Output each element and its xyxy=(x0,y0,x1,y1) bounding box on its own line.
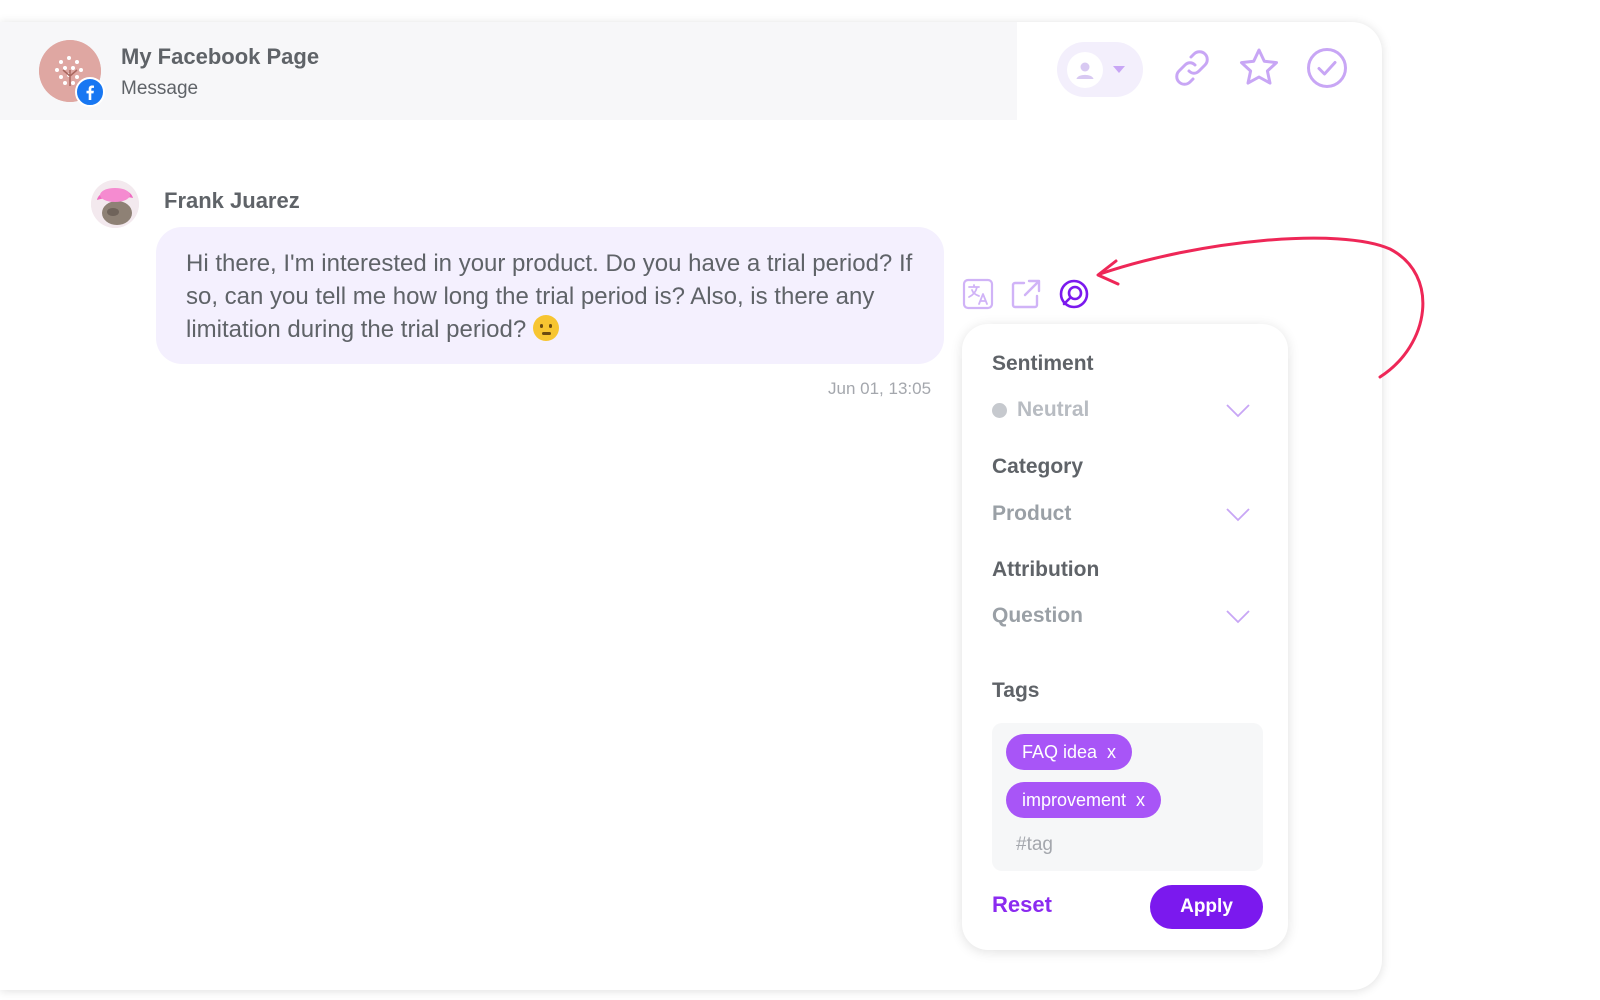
page-title: My Facebook Page xyxy=(121,44,320,69)
annotation-arrow xyxy=(1096,236,1425,379)
tag-chip: FAQ idea x xyxy=(1006,734,1133,770)
open-external-icon[interactable] xyxy=(1009,277,1043,311)
sender-avatar xyxy=(91,180,139,228)
attribution-label: Attribution xyxy=(992,558,1100,581)
tagging-panel: Sentiment Neutral Category Product Attri… xyxy=(962,324,1288,950)
reset-button[interactable]: Reset xyxy=(992,892,1052,918)
remove-tag-button[interactable]: x xyxy=(1107,742,1116,762)
category-select[interactable]: Product xyxy=(992,502,1071,526)
check-circle-icon[interactable] xyxy=(1305,46,1349,90)
translate-icon[interactable] xyxy=(961,277,995,311)
caret-down-icon xyxy=(1113,65,1125,73)
thinking-face-emoji xyxy=(532,315,559,341)
tag-label: FAQ idea xyxy=(1022,742,1098,762)
message-bubble: Hi there, I'm interested in your product… xyxy=(156,227,944,364)
category-value: Product xyxy=(992,502,1072,525)
tagging-icon[interactable] xyxy=(1057,277,1091,311)
assignee-dropdown[interactable] xyxy=(1057,42,1143,97)
category-label: Category xyxy=(992,455,1084,478)
sentiment-select[interactable]: Neutral xyxy=(992,398,1089,422)
sentiment-value: Neutral xyxy=(1017,398,1090,421)
chevron-down-icon[interactable] xyxy=(1226,404,1250,418)
apply-button[interactable]: Apply xyxy=(1150,885,1263,929)
star-icon[interactable] xyxy=(1237,46,1281,90)
page-subtitle: Message xyxy=(121,78,199,99)
attribution-select[interactable]: Question xyxy=(992,604,1083,628)
conversation-header xyxy=(0,22,1017,120)
link-icon[interactable] xyxy=(1170,46,1214,90)
tags-label: Tags xyxy=(992,679,1040,702)
tag-label: improvement xyxy=(1022,790,1127,810)
message-timestamp: Jun 01, 13:05 xyxy=(828,379,932,398)
tag-input[interactable] xyxy=(1004,830,1204,860)
chevron-down-icon[interactable] xyxy=(1226,610,1250,624)
attribution-value: Question xyxy=(992,604,1084,627)
sentiment-label: Sentiment xyxy=(992,352,1094,375)
tag-chip: improvement x xyxy=(1006,782,1162,818)
sender-name: Frank Juarez xyxy=(164,188,300,213)
tags-field[interactable]: FAQ idea x improvement x xyxy=(992,723,1263,871)
remove-tag-button[interactable]: x xyxy=(1136,790,1145,810)
person-icon xyxy=(1067,51,1103,88)
conversation-card: My Facebook Page Message Frank Juarez Hi… xyxy=(0,22,1382,990)
chevron-down-icon[interactable] xyxy=(1226,508,1250,522)
sentiment-dot xyxy=(992,402,1007,418)
facebook-icon xyxy=(75,77,105,107)
